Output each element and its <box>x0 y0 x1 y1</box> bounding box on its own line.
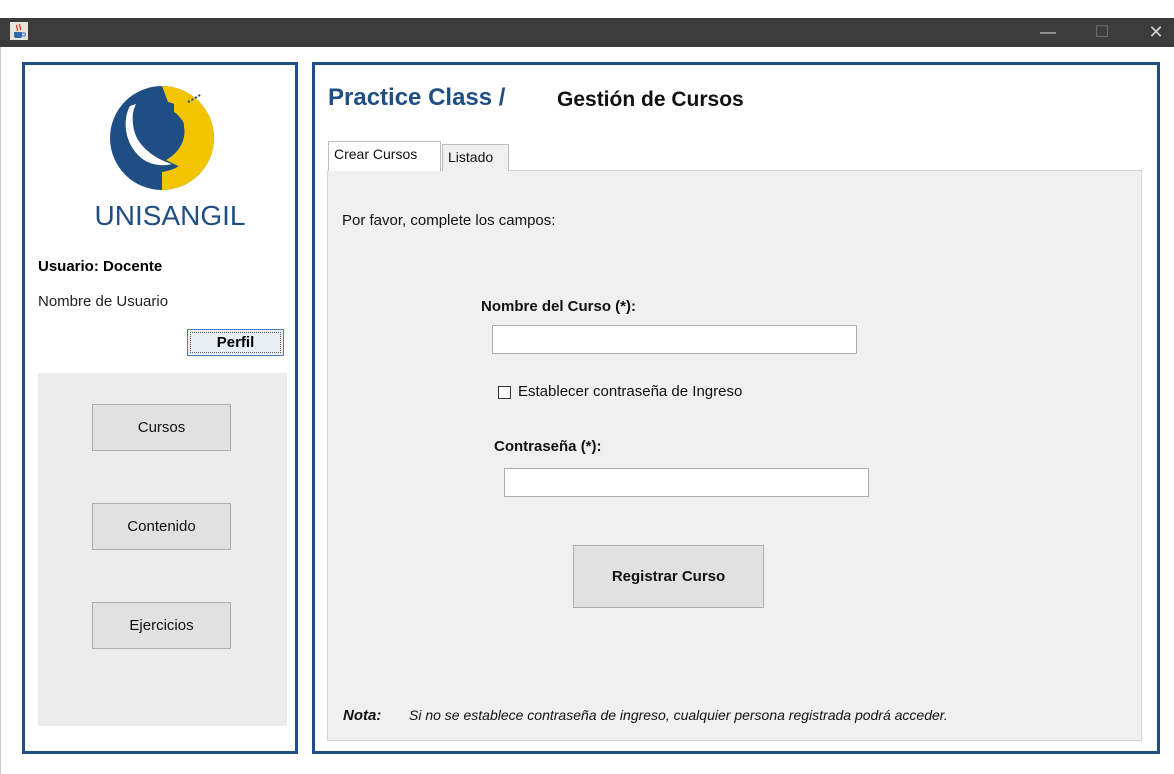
maximize-button[interactable]: ☐ <box>1082 18 1122 47</box>
minimize-button[interactable]: — <box>1028 18 1068 47</box>
window-titlebar <box>0 18 1174 47</box>
instructions-text: Por favor, complete los campos: <box>342 212 556 229</box>
java-cup-icon <box>10 22 28 40</box>
course-name-input[interactable] <box>492 325 857 354</box>
user-name: Nombre de Usuario <box>38 293 169 310</box>
password-label: Contraseña (*): <box>494 438 602 455</box>
page-title: Gestión de Cursos <box>557 88 744 111</box>
nav-contenido-button[interactable]: Contenido <box>92 503 231 550</box>
brand-name: UNISANGIL <box>94 200 246 231</box>
nav-ejercicios-button[interactable]: Ejercicios <box>92 602 231 649</box>
tab-panel <box>327 170 1142 741</box>
set-password-checkbox-label[interactable]: Establecer contraseña de Ingreso <box>518 383 742 400</box>
password-input[interactable] <box>504 468 869 497</box>
tab-listado[interactable]: Listado <box>442 144 509 171</box>
tab-crear-cursos[interactable]: Crear Cursos <box>328 141 441 171</box>
course-name-label: Nombre del Curso (*): <box>481 298 637 315</box>
window-frame-edge <box>0 47 1 774</box>
set-password-checkbox[interactable] <box>498 386 511 399</box>
register-course-button[interactable]: Registrar Curso <box>573 545 764 608</box>
user-role: Usuario: Docente <box>38 258 163 275</box>
nav-cursos-button[interactable]: Cursos <box>92 404 231 451</box>
note-label: Nota: <box>343 707 382 724</box>
profile-button[interactable]: Perfil <box>187 329 284 356</box>
top-strip <box>0 0 1174 18</box>
note-text: Si no se establece contraseña de ingreso… <box>409 707 948 723</box>
close-button[interactable]: ✕ <box>1136 18 1174 47</box>
app-title: Practice Class / <box>328 84 506 111</box>
unisangil-logo <box>104 76 224 196</box>
